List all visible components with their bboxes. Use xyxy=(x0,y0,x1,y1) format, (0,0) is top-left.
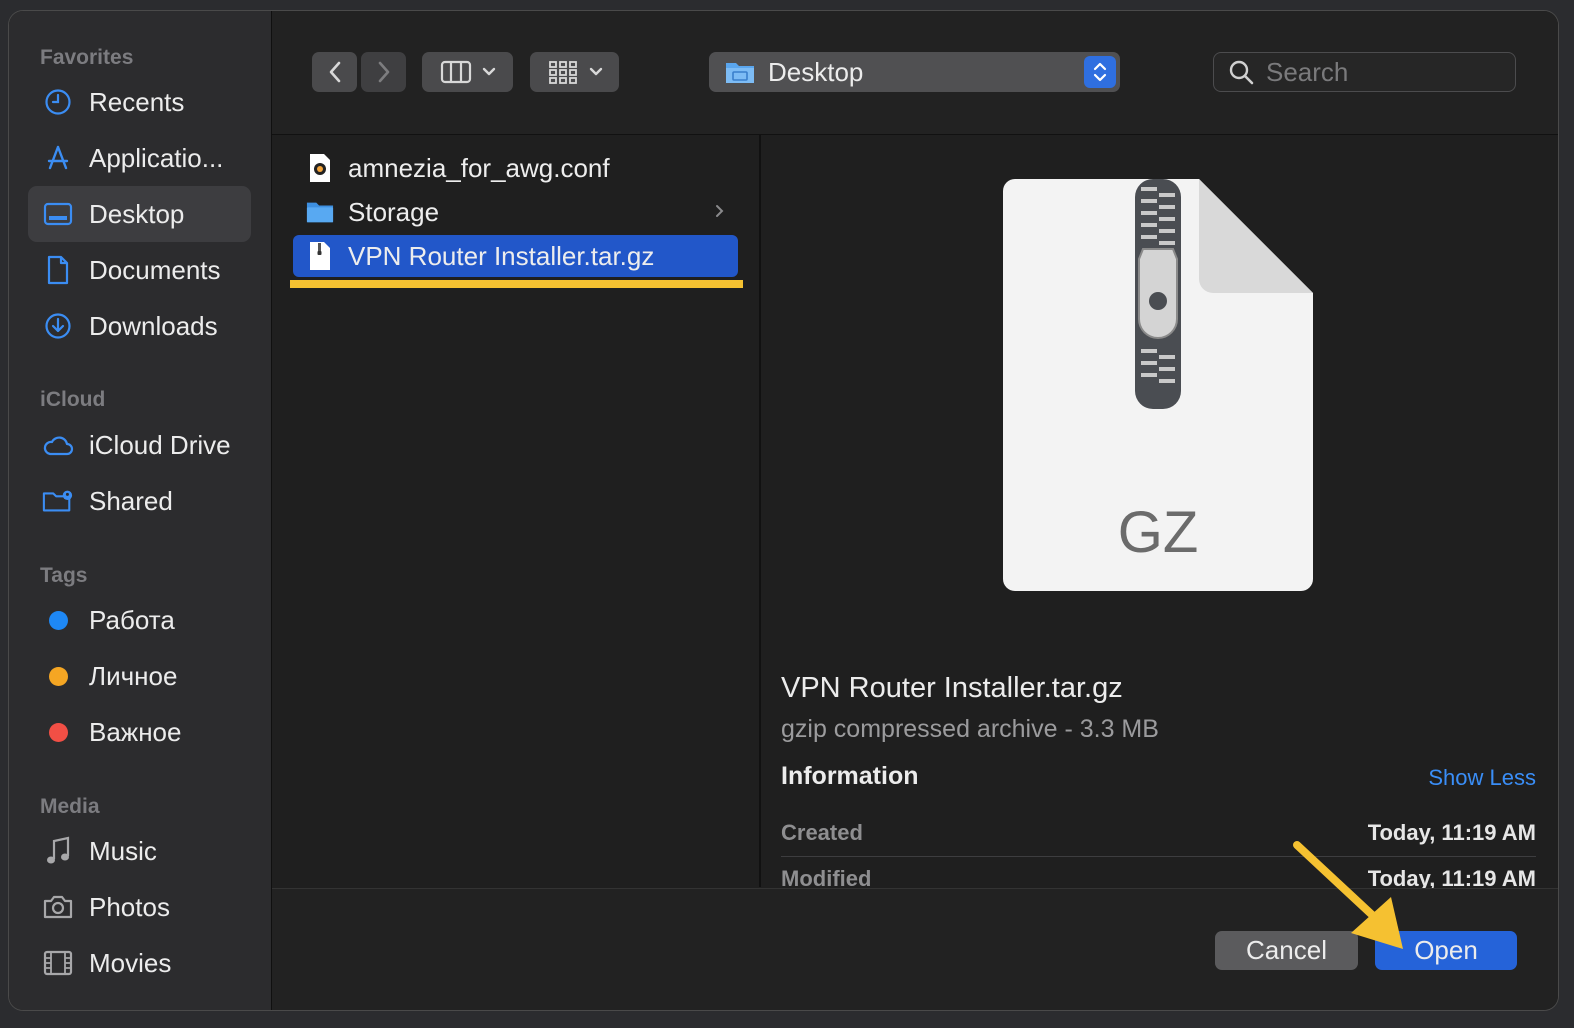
sidebar-item-applications[interactable]: Applicatio... xyxy=(28,130,251,186)
selection-highlight-underline xyxy=(290,280,743,288)
sidebar-item-desktop[interactable]: Desktop xyxy=(28,186,251,242)
sidebar-item-movies[interactable]: Movies xyxy=(28,935,251,991)
download-icon xyxy=(42,310,74,342)
desktop-icon xyxy=(42,198,74,230)
sidebar-item-label: iCloud Drive xyxy=(89,429,231,460)
sidebar-tag-rabota[interactable]: Работа xyxy=(28,592,251,648)
open-file-dialog: Favorites Recents Applicatio... Desktop … xyxy=(9,11,1558,1010)
file-name: amnezia_for_awg.conf xyxy=(348,152,610,183)
tag-color-dot xyxy=(49,666,68,686)
sidebar-item-label: Downloads xyxy=(89,310,218,341)
sidebar-item-label: Applicatio... xyxy=(89,142,224,173)
sidebar-item-label: Documents xyxy=(89,254,221,285)
sidebar-item-label: Desktop xyxy=(89,198,185,229)
chevron-down-icon xyxy=(482,67,495,76)
grid-icon xyxy=(548,61,577,84)
sidebar-item-label: Работа xyxy=(89,604,175,635)
conf-file-icon xyxy=(306,153,334,183)
file-list: amnezia_for_awg.conf Storage VPN Router … xyxy=(272,135,761,887)
sidebar-item-label: Movies xyxy=(89,947,172,978)
sidebar-item-icloud-drive[interactable]: iCloud Drive xyxy=(28,417,251,473)
sidebar-section-favorites: Favorites xyxy=(40,46,134,69)
info-key: Created xyxy=(781,820,863,845)
sidebar-item-label: Recents xyxy=(89,86,185,117)
file-badge: GZ xyxy=(1118,500,1199,565)
chevron-left-icon xyxy=(329,61,340,83)
shared-folder-icon xyxy=(42,485,74,517)
sidebar-item-label: Личное xyxy=(89,660,178,691)
location-popup[interactable]: Desktop xyxy=(709,52,1120,92)
cloud-icon xyxy=(42,429,74,461)
gz-archive-icon: GZ xyxy=(1003,179,1313,591)
preview-title: VPN Router Installer.tar.gz xyxy=(781,672,1123,704)
column-view-button[interactable] xyxy=(422,52,513,92)
back-button[interactable] xyxy=(312,52,357,92)
sidebar-section-icloud: iCloud xyxy=(40,388,106,411)
info-heading: Information xyxy=(781,762,919,790)
music-note-icon xyxy=(42,835,74,867)
sidebar-section-tags: Tags xyxy=(40,564,88,587)
columns-icon xyxy=(440,60,471,84)
group-view-button[interactable] xyxy=(530,52,619,92)
folder-icon xyxy=(306,197,334,227)
sidebar-item-label: Shared xyxy=(89,485,173,516)
search-icon xyxy=(1228,59,1254,85)
annotation-arrow-icon xyxy=(1293,841,1403,949)
sidebar-tag-vazhnoe[interactable]: Важное xyxy=(28,704,251,760)
folder-icon xyxy=(725,60,755,84)
sidebar-tag-lichnoe[interactable]: Личное xyxy=(28,648,251,704)
document-icon xyxy=(42,254,74,286)
file-name: Storage xyxy=(348,196,440,227)
chevron-right-icon xyxy=(714,199,726,228)
sidebar: Favorites Recents Applicatio... Desktop … xyxy=(9,11,272,1010)
up-down-chevron-icon xyxy=(1084,56,1116,88)
forward-button[interactable] xyxy=(361,52,406,92)
sidebar-item-documents[interactable]: Documents xyxy=(28,242,251,298)
toolbar: Desktop Search xyxy=(272,11,1558,135)
sidebar-item-shared[interactable]: Shared xyxy=(28,473,251,529)
sidebar-item-label: Важное xyxy=(89,716,182,747)
sidebar-item-downloads[interactable]: Downloads xyxy=(28,298,251,354)
chevron-right-icon xyxy=(378,61,389,83)
sidebar-section-media: Media xyxy=(40,795,100,818)
sidebar-item-recents[interactable]: Recents xyxy=(28,74,251,130)
tag-color-dot xyxy=(49,722,68,742)
film-icon xyxy=(42,947,74,979)
chevron-down-icon xyxy=(589,67,602,76)
clock-icon xyxy=(42,86,74,118)
search-field[interactable]: Search xyxy=(1213,52,1516,92)
search-placeholder: Search xyxy=(1266,56,1349,87)
sidebar-item-label: Music xyxy=(89,835,157,866)
file-row-amnezia-conf[interactable]: amnezia_for_awg.conf xyxy=(293,147,738,189)
file-row-storage-folder[interactable]: Storage xyxy=(293,191,738,233)
sidebar-item-label: Photos xyxy=(89,891,170,922)
camera-icon xyxy=(42,891,74,923)
info-row-created: Created Today, 11:19 AM xyxy=(781,811,1536,855)
file-name: VPN Router Installer.tar.gz xyxy=(348,240,655,271)
tag-color-dot xyxy=(49,610,68,630)
sidebar-item-photos[interactable]: Photos xyxy=(28,879,251,935)
file-row-vpn-installer[interactable]: VPN Router Installer.tar.gz xyxy=(293,235,738,277)
preview-pane: GZ VPN Router Installer.tar.gz gzip comp… xyxy=(761,135,1558,891)
preview-subtitle: gzip compressed archive - 3.3 MB xyxy=(781,715,1159,743)
show-less-link[interactable]: Show Less xyxy=(1428,765,1536,791)
location-label: Desktop xyxy=(768,56,864,87)
sidebar-item-music[interactable]: Music xyxy=(28,823,251,879)
archive-file-icon xyxy=(306,241,334,271)
applications-icon xyxy=(42,142,74,174)
